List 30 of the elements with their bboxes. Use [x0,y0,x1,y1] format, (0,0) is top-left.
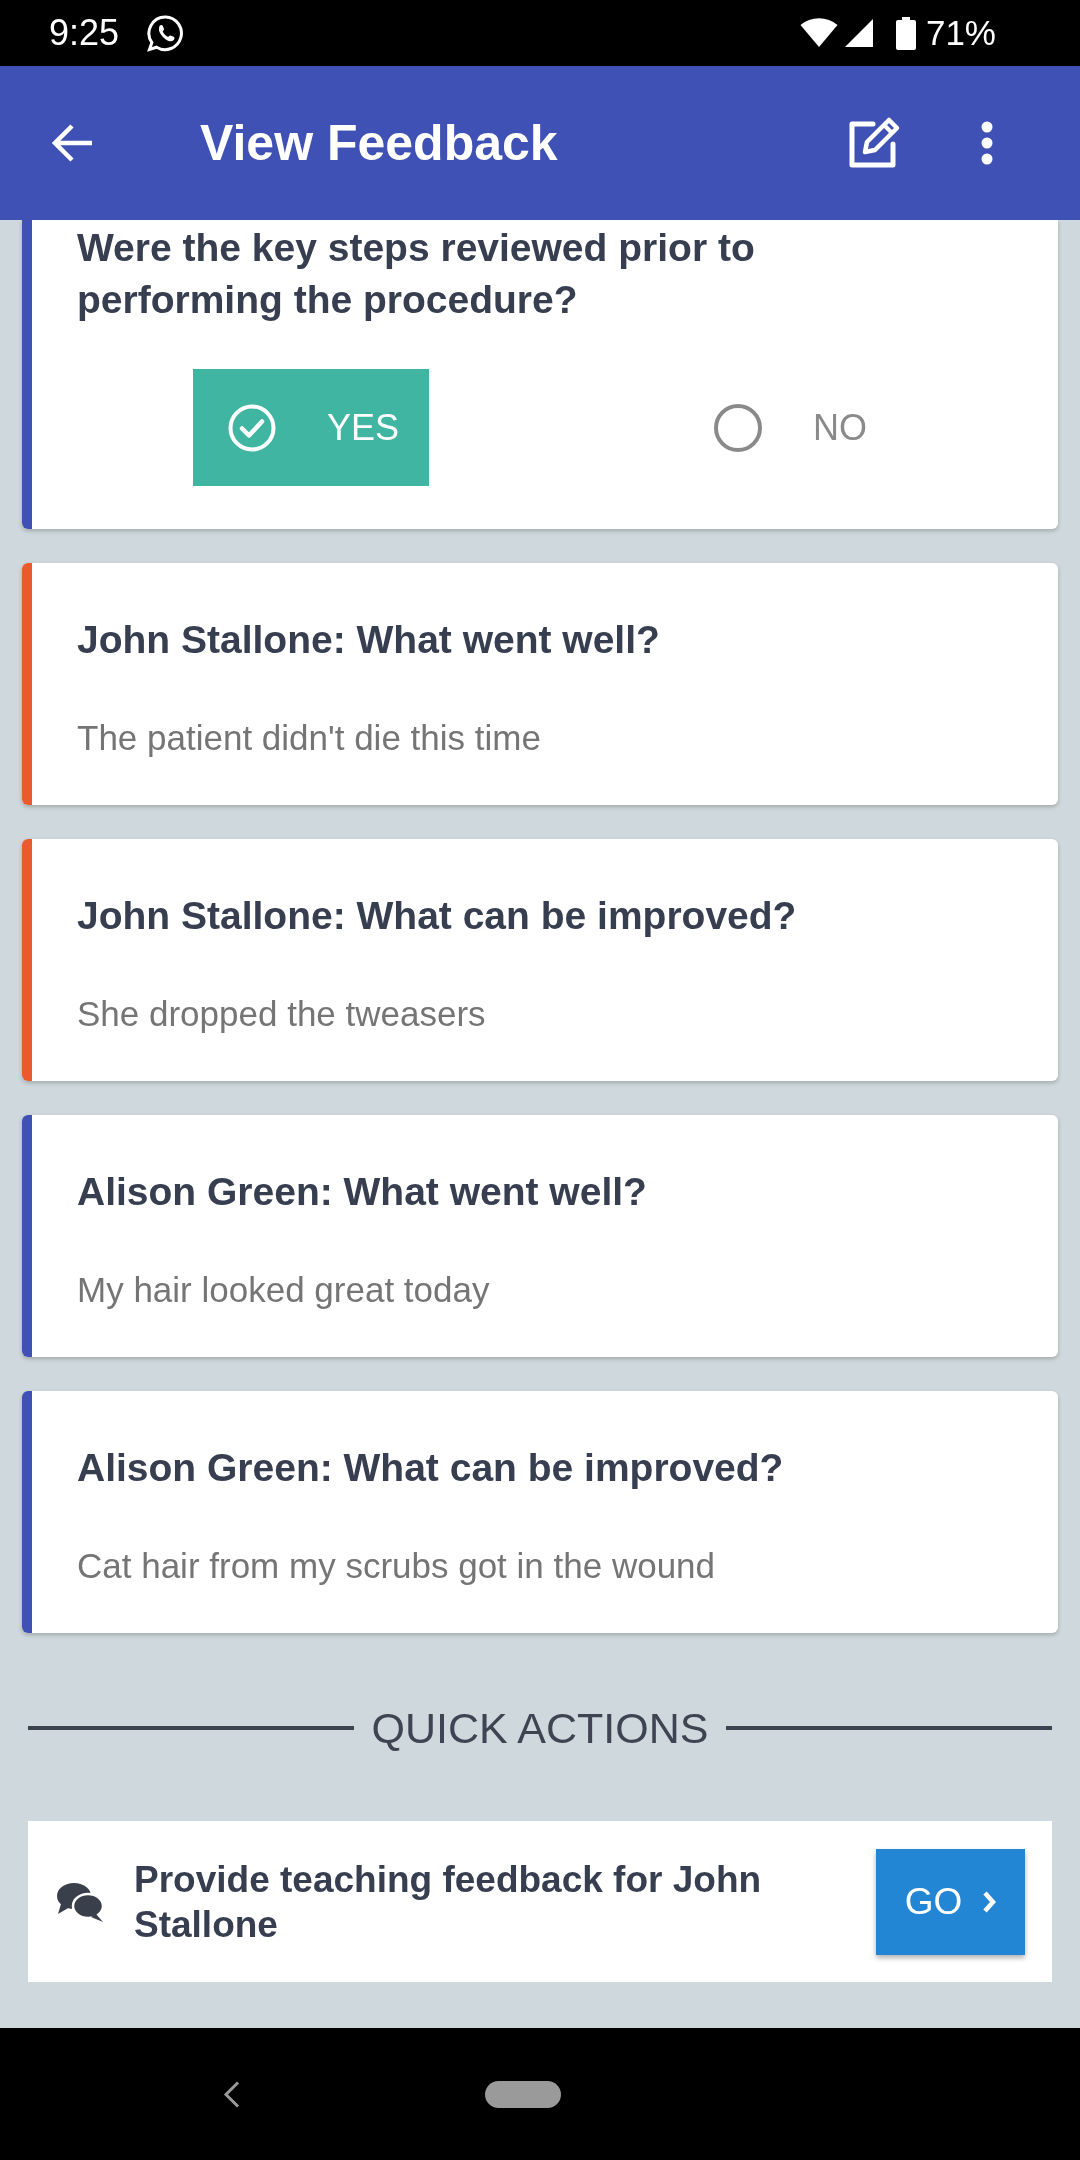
section-heading: QUICK ACTIONS [371,1703,709,1753]
answer-option[interactable]: YES [193,369,430,486]
feedback-answer: She dropped the tweasers [77,993,487,1035]
feedback-title: John Stallone: What can be improved? [77,893,798,939]
question-text: Were the key steps reviewed prior to performing the procedure? [77,225,756,323]
feedback-title: Alison Green: What can be improved? [77,1445,785,1491]
check-circle-icon [228,403,276,452]
battery-percent: 71% [925,13,996,53]
phone-bubble-icon [147,14,185,52]
more-options-icon[interactable] [980,121,994,165]
edit-icon[interactable] [847,116,901,170]
quick-action-text: Provide teaching feedback for John Stallone [134,1857,763,1947]
chat-bubbles-icon [55,1880,105,1923]
back-arrow-icon[interactable] [52,122,94,164]
status-time: 9:25 [49,13,120,53]
wifi-icon [799,18,838,48]
back-icon[interactable] [223,2080,240,2108]
feedback-answer: My hair looked great today [77,1269,491,1311]
chevron-right-icon [982,1890,997,1913]
feedback-answer: The patient didn't die this time [77,717,542,759]
feedback-title: Alison Green: What went well? [77,1169,648,1215]
home-handle[interactable] [485,2080,561,2108]
go-button[interactable]: GO [876,1848,1025,1955]
screen-title: View Feedback [200,114,558,173]
feedback-title: John Stallone: What went well? [77,617,661,663]
signal-icon [843,18,874,48]
battery-icon [895,16,916,50]
feedback-answer: Cat hair from my scrubs got in the wound [77,1545,717,1587]
radio-circle-icon [714,403,763,452]
answer-option[interactable]: NO [679,369,898,486]
